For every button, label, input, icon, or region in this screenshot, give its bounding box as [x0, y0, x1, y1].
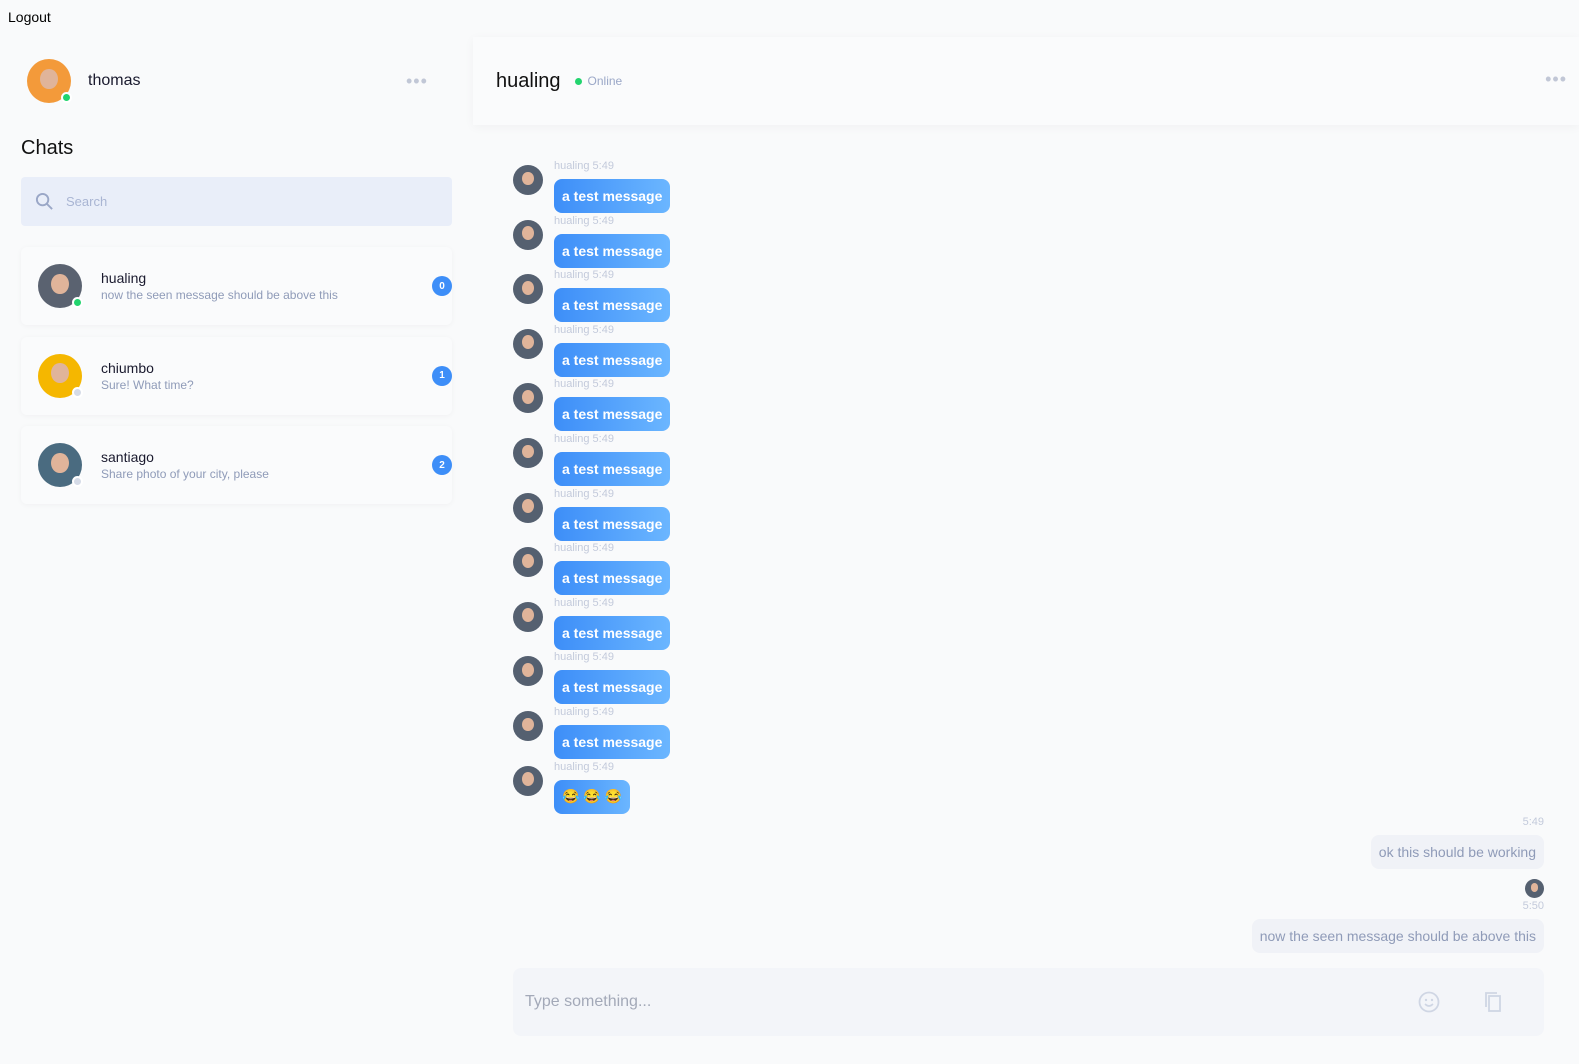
sender-avatar	[513, 274, 543, 305]
online-indicator	[574, 77, 582, 85]
online-indicator	[61, 92, 72, 103]
offline-indicator	[72, 476, 83, 487]
sender-avatar	[513, 165, 543, 195]
logout-link[interactable]: Logout	[8, 9, 51, 25]
incoming-message: hualing 5:49 a test message	[513, 597, 1544, 652]
chat-item-santiago[interactable]: santiago Share photo of your city, please…	[21, 426, 452, 504]
search-icon	[35, 192, 53, 210]
message-bubble: 😂 😂 😂	[554, 779, 631, 814]
user-name: thomas	[88, 72, 141, 89]
contact-name: chiumbo	[101, 359, 154, 376]
online-indicator	[72, 297, 83, 308]
search-input[interactable]	[66, 194, 406, 209]
sender-avatar	[513, 601, 543, 632]
emoji-icon[interactable]	[1418, 991, 1440, 1013]
message-bubble: a test message	[554, 561, 671, 596]
incoming-message: hualing 5:49 a test message	[513, 433, 1544, 488]
message-meta: hualing 5:49	[554, 160, 614, 172]
composer	[513, 968, 1544, 1036]
message-bubble: a test message	[554, 670, 671, 705]
message-meta: hualing 5:49	[554, 487, 614, 500]
incoming-message: hualing 5:49 a test message	[513, 215, 1544, 270]
current-user: thomas	[27, 59, 140, 103]
message-meta: hualing 5:49	[554, 432, 614, 445]
attach-copy-icon[interactable]	[1483, 991, 1503, 1013]
unread-badge: 2	[432, 455, 452, 475]
incoming-message: hualing 5:49 a test message	[513, 488, 1544, 543]
sender-avatar	[513, 765, 543, 796]
incoming-message: hualing 5:49 a test message	[513, 160, 1544, 215]
message-bubble: a test message	[554, 397, 671, 432]
message-bubble: a test message	[554, 724, 671, 759]
sender-avatar	[513, 328, 543, 359]
user-avatar	[27, 59, 72, 103]
contact-avatar	[38, 443, 83, 487]
outgoing-message: now the seen message should be above thi…	[1251, 919, 1544, 953]
message-time: 5:49	[1522, 816, 1544, 828]
message-meta: hualing 5:49	[554, 596, 614, 609]
outgoing-message: ok this should be working	[1370, 835, 1544, 869]
message-meta: hualing 5:49	[554, 323, 614, 336]
contact-name: santiago	[101, 449, 154, 465]
message-meta: hualing 5:49	[554, 542, 614, 555]
message-meta: hualing 5:49	[554, 214, 614, 227]
offline-indicator	[72, 386, 83, 398]
sender-avatar	[513, 547, 543, 578]
sender-avatar	[513, 492, 543, 523]
last-message-preview: now the seen message should be above thi…	[101, 288, 338, 302]
message-bubble: a test message	[554, 179, 671, 213]
chat-status: Online	[587, 74, 623, 88]
sidebar: thomas ••• Chats hualing now the seen mes…	[0, 37, 470, 1064]
sender-avatar	[513, 437, 543, 468]
message-bubble: a test message	[554, 615, 671, 650]
contact-avatar	[38, 353, 83, 398]
incoming-message: hualing 5:49 😂 😂 😂	[513, 761, 1544, 816]
message-list: hualing 5:49 a test message hualing 5:49…	[513, 160, 1544, 815]
message-input[interactable]	[525, 993, 1385, 1011]
message-meta: hualing 5:49	[554, 651, 614, 664]
message-time: 5:50	[1522, 900, 1544, 912]
sender-avatar	[513, 656, 543, 687]
message-meta: hualing 5:49	[554, 269, 614, 282]
chat-menu-icon[interactable]: •••	[1545, 69, 1567, 90]
incoming-message: hualing 5:49 a test message	[513, 542, 1544, 597]
incoming-message: hualing 5:49 a test message	[513, 651, 1544, 706]
incoming-message: hualing 5:49 a test message	[513, 269, 1544, 324]
message-bubble: a test message	[554, 233, 671, 268]
seen-avatar	[1525, 879, 1544, 898]
last-message-preview: Sure! What time?	[101, 377, 194, 392]
message-meta: hualing 5:49	[554, 760, 614, 773]
incoming-message: hualing 5:49 a test message	[513, 706, 1544, 761]
unread-badge: 1	[432, 365, 452, 386]
chat-title: hualing	[496, 69, 561, 92]
message-meta: hualing 5:49	[554, 378, 614, 391]
message-bubble: a test message	[554, 451, 671, 486]
unread-badge: 0	[432, 276, 452, 296]
message-bubble: a test message	[554, 342, 671, 377]
incoming-message: hualing 5:49 a test message	[513, 324, 1544, 379]
contact-avatar	[38, 264, 83, 308]
message-bubble: a test message	[554, 288, 671, 323]
chat-header: hualing Online •••	[473, 37, 1579, 125]
sender-avatar	[513, 383, 543, 414]
user-menu-icon[interactable]: •••	[406, 71, 428, 92]
chat-item-hualing[interactable]: hualing now the seen message should be ab…	[21, 247, 452, 325]
chat-item-chiumbo[interactable]: chiumbo Sure! What time? 1	[21, 336, 452, 415]
contact-name: hualing	[101, 270, 147, 286]
search-box	[21, 177, 452, 226]
sender-avatar	[513, 219, 543, 250]
incoming-message: hualing 5:49 a test message	[513, 378, 1544, 433]
last-message-preview: Share photo of your city, please	[101, 467, 269, 481]
sender-avatar	[513, 710, 543, 741]
message-bubble: a test message	[554, 506, 671, 541]
message-meta: hualing 5:49	[554, 705, 614, 718]
chats-title: Chats	[21, 137, 74, 159]
